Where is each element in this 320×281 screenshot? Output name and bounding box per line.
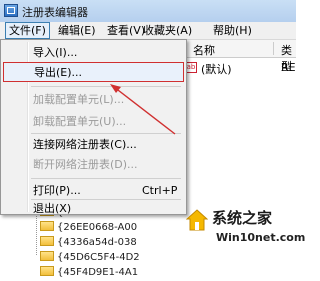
menu-separator bbox=[31, 133, 181, 134]
menu-item-label: 加载配置单元(L)... bbox=[33, 93, 125, 106]
folder-icon bbox=[40, 236, 54, 246]
tree-item-label: {45F4D9E1-4A1 bbox=[57, 267, 139, 278]
menu-item-label: 断开网络注册表(D)... bbox=[33, 158, 138, 171]
menu-item-label: 打印(P)... bbox=[33, 184, 81, 197]
tree-item-label: {45D6C5F4-4D2 bbox=[57, 252, 140, 263]
window-title: 注册表编辑器 bbox=[22, 6, 88, 19]
tree-item-label: {26EE0668-A00 bbox=[57, 222, 138, 233]
watermark-url: Win10net.com bbox=[216, 231, 306, 244]
menu-item-label: 导出(E)... bbox=[34, 66, 83, 79]
menu-item-label: 卸载配置单元(U)... bbox=[33, 115, 127, 128]
watermark: 系统之家 Win10net.com bbox=[186, 205, 305, 255]
menu-item-label: 连接网络注册表(C)... bbox=[33, 138, 137, 151]
values-list-header: 名称 类型 bbox=[185, 40, 296, 73]
menu-item-import[interactable]: 导入(I)... bbox=[3, 43, 184, 63]
column-header-name[interactable]: 名称 bbox=[193, 42, 215, 58]
column-divider[interactable] bbox=[273, 42, 274, 55]
menu-item-load-hive: 加载配置单元(L)... bbox=[3, 90, 184, 110]
menu-separator bbox=[31, 86, 181, 87]
menu-file[interactable]: 文件(F) bbox=[5, 22, 50, 39]
folder-icon bbox=[40, 221, 54, 231]
title-bar: 注册表编辑器 bbox=[0, 0, 296, 22]
tree-item[interactable]: {4336a54d-038 bbox=[40, 236, 137, 251]
menu-item-exit[interactable]: 退出(X) bbox=[3, 199, 184, 219]
tree-item[interactable]: {26EE0668-A00 bbox=[40, 221, 137, 236]
menu-item-label: 导入(I)... bbox=[33, 46, 78, 59]
value-row-default[interactable]: ab (默认) RE bbox=[185, 60, 296, 76]
menu-bar: 文件(F) 编辑(E) 查看(V) 收藏夹(A) 帮助(H) bbox=[0, 22, 296, 40]
menu-item-export[interactable]: 导出(E)... bbox=[3, 62, 184, 82]
file-menu-dropdown: 导入(I)... 导出(E)... 加载配置单元(L)... 卸载配置单元(U)… bbox=[0, 39, 187, 215]
menu-edit[interactable]: 编辑(E) bbox=[55, 23, 99, 38]
menu-item-shortcut: Ctrl+P bbox=[142, 184, 178, 197]
menu-item-print[interactable]: 打印(P)... Ctrl+P bbox=[3, 181, 184, 201]
menu-help[interactable]: 帮助(H) bbox=[210, 23, 255, 38]
house-logo-icon bbox=[186, 209, 208, 231]
value-name: (默认) bbox=[201, 63, 232, 76]
folder-icon bbox=[40, 251, 54, 261]
menu-item-connect-network-registry[interactable]: 连接网络注册表(C)... bbox=[3, 135, 184, 155]
menu-item-disconnect-network-registry: 断开网络注册表(D)... bbox=[3, 155, 184, 175]
registry-editor-icon bbox=[4, 4, 18, 17]
menu-favorites[interactable]: 收藏夹(A) bbox=[140, 23, 195, 38]
tree-item-label: {4336a54d-038 bbox=[57, 237, 137, 248]
menu-item-unload-hive: 卸载配置单元(U)... bbox=[3, 112, 184, 132]
folder-icon bbox=[40, 266, 54, 276]
value-type: RE bbox=[281, 61, 296, 74]
tree-item[interactable]: {45F4D9E1-4A1 bbox=[40, 266, 138, 281]
watermark-title: 系统之家 bbox=[212, 209, 273, 227]
menu-item-label: 退出(X) bbox=[33, 202, 72, 215]
tree-item[interactable]: {45D6C5F4-4D2 bbox=[40, 251, 140, 266]
menu-separator bbox=[31, 178, 181, 179]
